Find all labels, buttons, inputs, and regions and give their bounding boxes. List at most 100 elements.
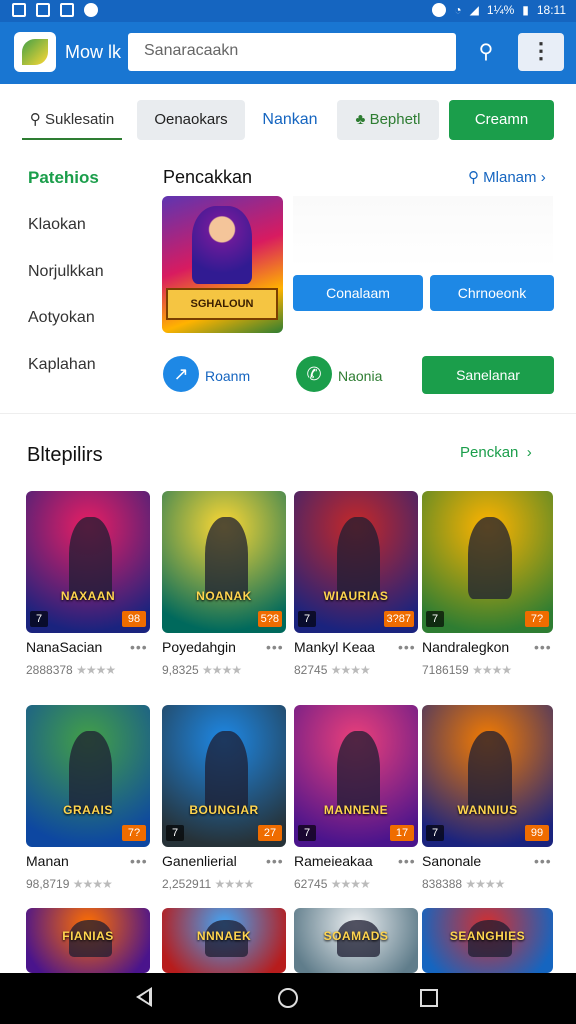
action-label-1[interactable]: Roanm xyxy=(205,368,250,384)
featured-button-2[interactable]: Chrnoeonk xyxy=(430,275,554,311)
message-icon xyxy=(60,3,74,17)
game-title[interactable]: Rameieakaa xyxy=(294,853,373,869)
featured-see-all[interactable]: ⚲ Mlanam › xyxy=(468,168,546,186)
battery-level: 1¼% xyxy=(486,3,515,17)
game-title[interactable]: Mankyl Keaa xyxy=(294,639,375,655)
chip-nankan[interactable]: Nankan xyxy=(252,100,328,140)
search-icon: ⚲ xyxy=(29,111,41,128)
game-card[interactable]: NAXAAN 7 98 xyxy=(26,491,150,633)
featured-game-art[interactable]: SGHALOUN xyxy=(162,196,283,333)
search-input[interactable]: Sanaracaakn xyxy=(128,33,456,71)
game-card[interactable]: NOANAK 5?8 xyxy=(162,491,286,633)
more-options-icon[interactable]: ••• xyxy=(398,853,416,869)
game-rating: 9,8325 ★★★★ xyxy=(162,663,242,677)
game-art-title: WIAURIAS xyxy=(323,589,389,603)
games-section-title: Bltepilirs xyxy=(27,444,103,466)
game-card[interactable]: 7 7? xyxy=(422,491,553,633)
more-options-icon[interactable]: ••• xyxy=(398,639,416,655)
game-card[interactable]: GRAAIS 7? xyxy=(26,705,150,847)
game-character-image xyxy=(69,730,112,813)
side-nav-item[interactable]: Klaokan xyxy=(28,216,86,234)
side-nav-item[interactable]: Norjulkkan xyxy=(28,263,104,281)
star-icon: ★★★★ xyxy=(72,877,113,891)
game-title[interactable]: Manan xyxy=(26,853,69,869)
game-character-image xyxy=(69,516,112,599)
leaf-icon: ♣ xyxy=(355,111,366,128)
status-bar: ◔ ◢ 1¼% ▮ 18:11 xyxy=(0,0,576,22)
featured-button-1[interactable]: Conalaam xyxy=(293,275,423,311)
game-art-title: GRAAIS xyxy=(63,803,113,817)
app-title: Mow lk xyxy=(65,42,122,62)
recents-icon[interactable] xyxy=(420,989,438,1007)
action-label-2[interactable]: Naonia xyxy=(338,368,382,384)
age-badge: 7 xyxy=(166,825,184,841)
age-badge: 7 xyxy=(298,611,316,627)
game-character-image xyxy=(337,516,380,599)
game-card[interactable]: SEANGHIES xyxy=(422,908,553,973)
game-rating: 98,8719 ★★★★ xyxy=(26,877,113,891)
rating-count: 7186159 xyxy=(422,663,469,677)
star-icon: ★★★★ xyxy=(472,663,512,677)
age-badge: 7 xyxy=(426,825,444,841)
game-card[interactable]: WIAURIAS 7 3?87 xyxy=(294,491,418,633)
side-nav-item[interactable]: Kaplahan xyxy=(28,356,96,374)
more-options-icon[interactable]: ••• xyxy=(266,853,284,869)
game-art-title: WANNIUS xyxy=(457,803,518,817)
search-icon[interactable]: ⚲ xyxy=(468,34,504,70)
chip-search[interactable]: ⚲ Suklesatin xyxy=(22,100,122,140)
chevron-right-icon: › xyxy=(540,169,546,186)
side-nav-item[interactable]: Aotyokan xyxy=(28,309,95,327)
age-badge: 7 xyxy=(30,611,48,627)
rating-count: 98,8719 xyxy=(26,877,70,891)
price-badge: 7? xyxy=(525,611,549,627)
star-icon: ★★★★ xyxy=(465,877,505,891)
game-character-image xyxy=(467,516,513,599)
game-card[interactable]: SOAMADS xyxy=(294,908,418,973)
app-bar: Mow lk Sanaracaakn ⚲ ⋮ xyxy=(0,22,576,84)
featured-title: Pencakkan xyxy=(163,167,253,187)
game-title[interactable]: Nandralegkon xyxy=(422,639,509,655)
phone-icon[interactable]: ✆ xyxy=(296,356,332,392)
info-icon xyxy=(432,3,447,17)
trend-icon[interactable]: ↗ xyxy=(163,356,199,392)
game-card[interactable]: WANNIUS 7 99 xyxy=(422,705,553,847)
games-see-all[interactable]: Penckan › xyxy=(460,444,532,461)
more-options-icon[interactable]: ••• xyxy=(534,639,552,655)
app-logo[interactable] xyxy=(14,32,56,72)
game-art-title: SOAMADS xyxy=(323,929,389,943)
chip-oenaokars[interactable]: Oenaokars xyxy=(137,100,245,140)
section-divider xyxy=(0,413,576,414)
star-icon: ★★★★ xyxy=(76,663,116,677)
game-title[interactable]: Sanonale xyxy=(422,853,481,869)
more-options-icon[interactable]: ••• xyxy=(266,639,284,655)
more-options-icon[interactable]: ••• xyxy=(130,853,148,869)
more-options-icon[interactable]: ••• xyxy=(130,639,148,655)
chevron-right-icon: › xyxy=(526,444,532,461)
home-icon[interactable] xyxy=(278,988,298,1008)
game-rating: 2888378 ★★★★ xyxy=(26,663,116,677)
game-title[interactable]: NanaSacian xyxy=(26,639,102,655)
price-badge: 3?87 xyxy=(383,611,414,627)
game-card[interactable]: BOUNGIAR 7 27 xyxy=(162,705,286,847)
alarm-icon: ◔ xyxy=(454,3,462,17)
more-menu-icon[interactable]: ⋮ xyxy=(518,33,564,71)
featured-primary-button[interactable]: Sanelanar xyxy=(422,356,554,394)
game-title[interactable]: Poyedahgin xyxy=(162,639,236,655)
chip-bephetl[interactable]: ♣ Bephetl xyxy=(337,100,439,140)
system-nav-bar xyxy=(0,973,576,1024)
star-icon: ★★★★ xyxy=(202,663,242,677)
more-options-icon[interactable]: ••• xyxy=(534,853,552,869)
settings-icon xyxy=(84,3,98,17)
game-card[interactable]: NNNAEK xyxy=(162,908,286,973)
game-title[interactable]: Ganenlierial xyxy=(162,853,237,869)
game-card[interactable]: FIANIAS xyxy=(26,908,150,973)
filter-chips: ⚲ Suklesatin Oenaokars Nankan ♣ Bephetl … xyxy=(0,100,576,142)
game-card[interactable]: MANNENE 7 17 xyxy=(294,705,418,847)
back-icon[interactable] xyxy=(136,987,152,1007)
featured-art-title: SGHALOUN xyxy=(166,288,278,320)
side-nav-item-active[interactable]: Patehios xyxy=(28,168,99,188)
chip-creamn[interactable]: Creamn xyxy=(449,100,554,140)
star-icon: ★★★★ xyxy=(330,877,371,891)
age-badge: 7 xyxy=(298,825,316,841)
age-badge: 7 xyxy=(426,611,444,627)
